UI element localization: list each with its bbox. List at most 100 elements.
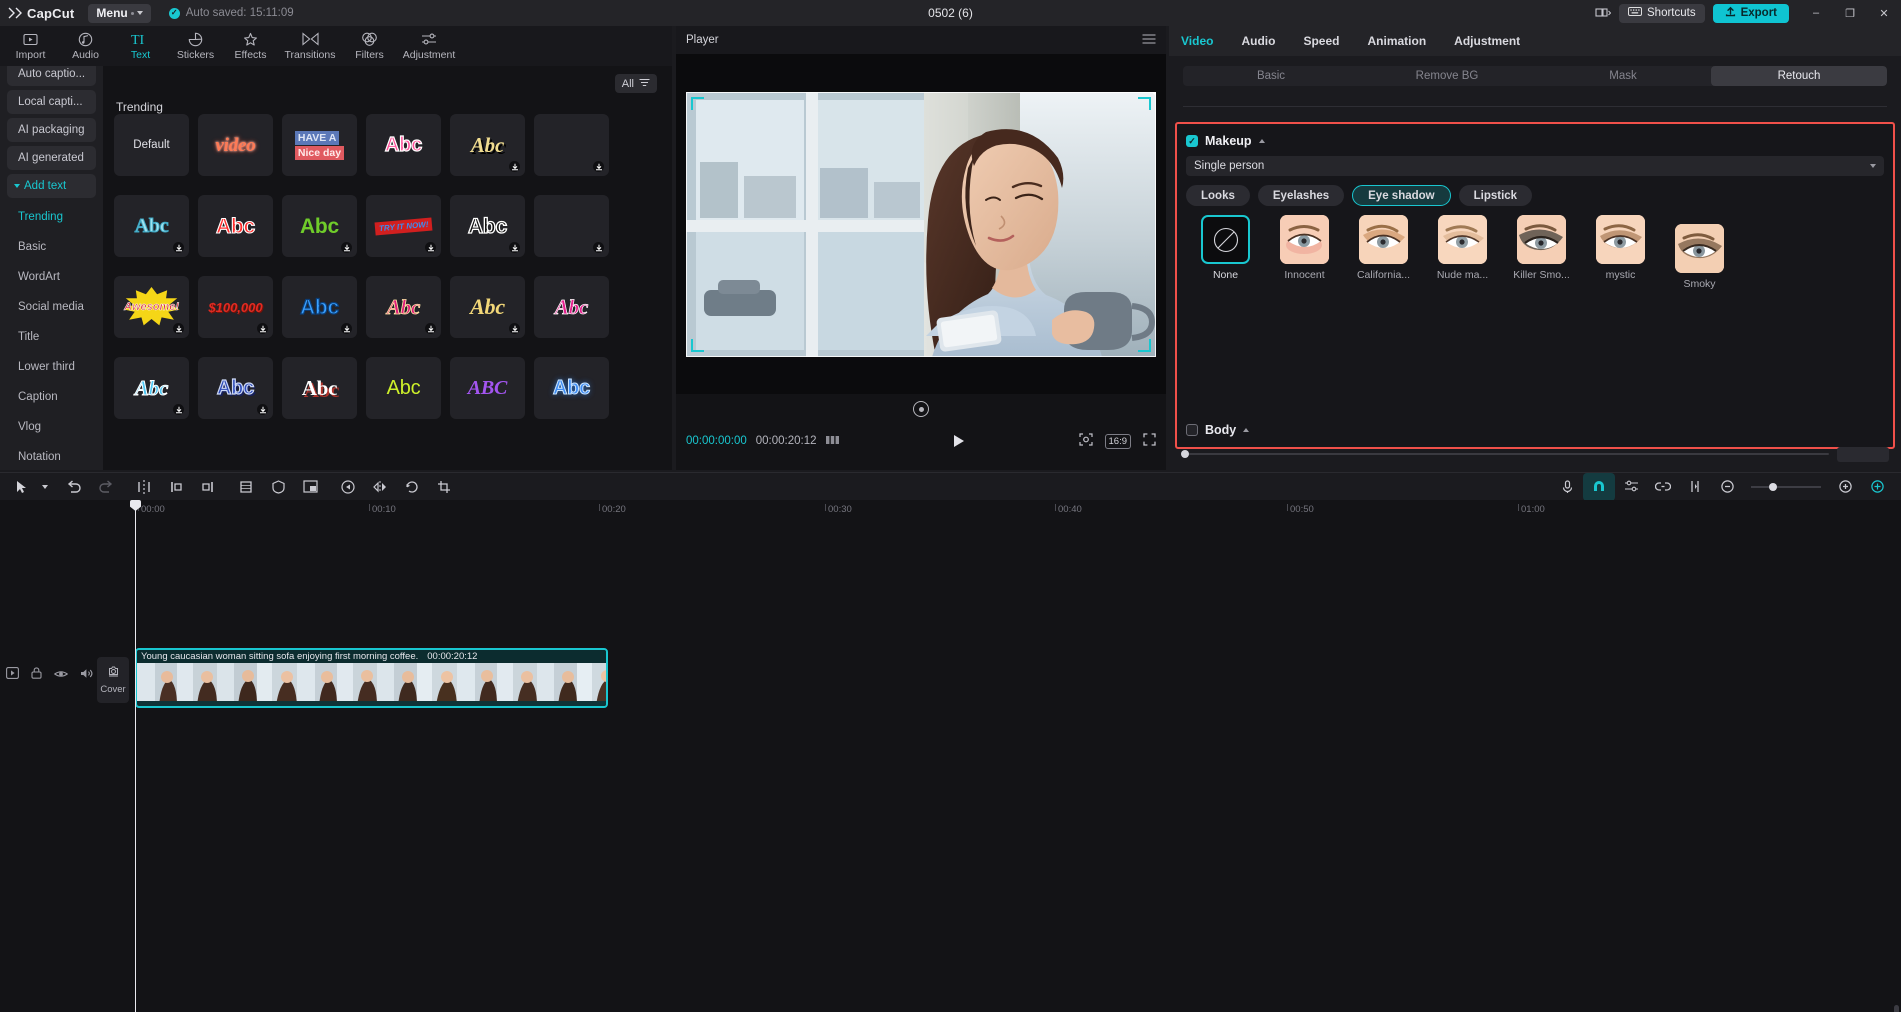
tool-tab-adjustment[interactable]: Adjustment	[398, 26, 460, 66]
eye-shadow-option-innocent[interactable]: Innocent	[1265, 215, 1344, 290]
freeze-button[interactable]	[262, 473, 294, 501]
sidebar-item-vlog[interactable]: Vlog	[0, 412, 103, 442]
download-icon[interactable]	[509, 161, 520, 172]
keyframe-button[interactable]	[1679, 473, 1711, 501]
makeup-tab-eye-shadow[interactable]: Eye shadow	[1352, 185, 1451, 206]
sidebar-item-basic[interactable]: Basic	[0, 232, 103, 262]
add-track-icon[interactable]	[6, 667, 19, 682]
sidebar-item-lower-third[interactable]: Lower third	[0, 352, 103, 382]
selection-corner-bl[interactable]	[691, 338, 704, 352]
download-icon[interactable]	[341, 323, 352, 334]
timeline-clip[interactable]: Young caucasian woman sitting sofa enjoy…	[135, 648, 608, 708]
makeup-tab-looks[interactable]: Looks	[1186, 185, 1250, 206]
segment-basic[interactable]: Basic	[1183, 66, 1359, 86]
tab-video[interactable]: Video	[1181, 34, 1213, 48]
rotate-button[interactable]	[396, 473, 428, 501]
tool-tab-transitions[interactable]: Transitions	[279, 26, 341, 66]
makeup-tab-lipstick[interactable]: Lipstick	[1458, 185, 1533, 206]
template-card[interactable]	[534, 114, 609, 176]
eye-shadow-option-mystic[interactable]: mystic	[1581, 215, 1660, 290]
tool-tab-filters[interactable]: Filters	[343, 26, 396, 66]
makeup-checkbox[interactable]	[1186, 135, 1198, 147]
menu-button[interactable]: Menu	[88, 3, 151, 23]
sidebar-chip-local-captions[interactable]: Local capti...	[7, 90, 96, 114]
download-icon[interactable]	[173, 242, 184, 253]
minimize-button[interactable]: –	[1799, 0, 1833, 26]
download-icon[interactable]	[509, 242, 520, 253]
template-card[interactable]: Abc	[450, 276, 525, 338]
tool-tab-import[interactable]: Import	[4, 26, 57, 66]
template-card[interactable]: Abc	[450, 195, 525, 257]
sidebar-item-caption[interactable]: Caption	[0, 382, 103, 412]
lock-track-icon[interactable]	[31, 667, 42, 682]
timeline[interactable]: 00:00 00:10 00:20 00:30 00:40 00:50 01:0…	[0, 500, 1901, 1012]
sidebar-item-trending[interactable]: Trending	[0, 202, 103, 232]
cover-button[interactable]: Cover	[97, 657, 129, 703]
download-icon[interactable]	[425, 323, 436, 334]
tab-animation[interactable]: Animation	[1367, 34, 1426, 48]
template-card[interactable]: Abc	[198, 195, 273, 257]
hide-track-icon[interactable]	[53, 668, 69, 682]
eye-shadow-option-nude-matte[interactable]: Nude ma...	[1423, 215, 1502, 290]
tool-tab-text[interactable]: TI Text	[114, 26, 167, 66]
tab-audio[interactable]: Audio	[1241, 34, 1275, 48]
download-icon[interactable]	[341, 242, 352, 253]
template-card[interactable]: Abc	[198, 357, 273, 419]
video-preview[interactable]	[686, 91, 1156, 357]
maximize-button[interactable]: ❐	[1833, 0, 1867, 26]
reset-transform-icon[interactable]	[913, 401, 929, 417]
frames-icon[interactable]	[825, 434, 839, 448]
template-card[interactable]	[534, 195, 609, 257]
close-button[interactable]: ✕	[1867, 0, 1901, 26]
redo-button[interactable]	[90, 473, 122, 501]
selection-corner-tr[interactable]	[1138, 96, 1151, 110]
playhead[interactable]	[130, 500, 141, 1012]
template-card[interactable]: Abc	[282, 195, 357, 257]
sidebar-chip-add-text[interactable]: Add text	[7, 174, 96, 198]
eye-shadow-option-smoky[interactable]: Smoky	[1660, 224, 1739, 290]
zoom-in-button[interactable]	[1829, 473, 1861, 501]
template-card[interactable]: Abc	[366, 276, 441, 338]
person-selector[interactable]: Single person	[1186, 156, 1884, 176]
template-card[interactable]: Abc	[282, 357, 357, 419]
vertical-scrollbar[interactable]	[1894, 1005, 1899, 1012]
template-card[interactable]: Abc	[534, 276, 609, 338]
play-icon[interactable]	[953, 435, 964, 447]
template-card[interactable]: Abc	[114, 357, 189, 419]
trim-right-button[interactable]	[192, 473, 224, 501]
selection-corner-tl[interactable]	[691, 96, 704, 110]
template-card[interactable]: ABC	[450, 357, 525, 419]
template-card[interactable]: video	[198, 114, 273, 176]
slider-knob[interactable]	[1181, 450, 1189, 458]
tool-tab-audio[interactable]: Audio	[59, 26, 112, 66]
sidebar-item-wordart[interactable]: WordArt	[0, 262, 103, 292]
sidebar-item-social-media[interactable]: Social media	[0, 292, 103, 322]
body-checkbox[interactable]	[1186, 424, 1198, 436]
template-card[interactable]: TRY IT NOW!	[366, 195, 441, 257]
template-card[interactable]: Abc	[114, 195, 189, 257]
link-button[interactable]	[1647, 473, 1679, 501]
resize-handle-tr[interactable]	[1153, 91, 1156, 95]
crop-button[interactable]	[230, 473, 262, 501]
download-icon[interactable]	[593, 161, 604, 172]
download-icon[interactable]	[257, 323, 268, 334]
sidebar-chip-auto-captions[interactable]: Auto captio...	[7, 66, 96, 86]
aspect-ratio-badge[interactable]: 16:9	[1104, 433, 1131, 449]
mixer-button[interactable]	[1615, 473, 1647, 501]
shortcuts-button[interactable]: Shortcuts	[1619, 3, 1705, 23]
chevron-up-icon[interactable]	[1243, 428, 1250, 432]
zoom-slider-knob[interactable]	[1769, 482, 1777, 491]
crop-frame-button[interactable]	[428, 473, 460, 501]
download-icon[interactable]	[173, 323, 184, 334]
makeup-tab-eyelashes[interactable]: Eyelashes	[1257, 185, 1345, 206]
export-button[interactable]: Export	[1712, 3, 1789, 23]
undo-button[interactable]	[58, 473, 90, 501]
download-icon[interactable]	[593, 242, 604, 253]
fit-screen-icon[interactable]	[1078, 433, 1093, 449]
tool-dropdown[interactable]	[38, 473, 52, 501]
fit-timeline-button[interactable]	[1861, 473, 1893, 501]
zoom-out-button[interactable]	[1711, 473, 1743, 501]
chevron-up-icon[interactable]	[1258, 139, 1265, 143]
zoom-slider[interactable]	[1751, 482, 1821, 491]
sidebar-chip-ai-generated[interactable]: AI generated	[7, 146, 96, 170]
